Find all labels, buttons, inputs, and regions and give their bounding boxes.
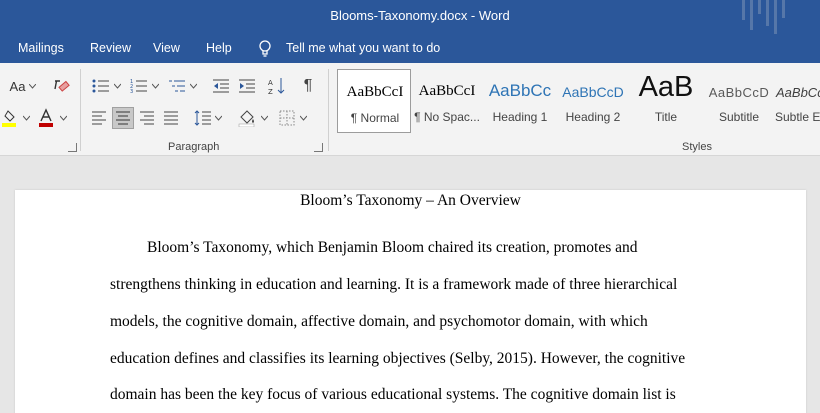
chevron-down-icon[interactable] bbox=[23, 115, 30, 122]
style-no-spacing[interactable]: AaBbCcI ¶ No Spac... bbox=[410, 69, 484, 133]
ribbon: Aa 1 2 3 A Z ¶ Paragraph AaBbCcI ¶ Norma… bbox=[0, 63, 820, 156]
style-name: ¶ No Spac... bbox=[414, 110, 480, 124]
title-bar-pattern bbox=[742, 0, 802, 34]
multilevel-list-button[interactable] bbox=[166, 75, 188, 97]
highlighter-icon bbox=[2, 110, 16, 127]
align-left-icon bbox=[92, 111, 106, 125]
increase-indent-button[interactable] bbox=[236, 75, 258, 97]
style-preview: AaBbCcD bbox=[562, 84, 624, 100]
line-spacing-button[interactable] bbox=[192, 107, 214, 129]
svg-text:3: 3 bbox=[130, 89, 133, 94]
font-color-icon bbox=[39, 108, 53, 127]
paint-bucket-icon bbox=[238, 110, 255, 127]
change-case-label: Aa bbox=[9, 78, 26, 94]
style-preview: AaB bbox=[638, 71, 694, 103]
group-separator bbox=[80, 69, 81, 151]
font-color-button[interactable] bbox=[35, 107, 57, 129]
tab-review[interactable]: Review bbox=[90, 41, 131, 55]
style-preview: AaBbCcI bbox=[418, 83, 476, 99]
style-preview: AaBbCc bbox=[488, 81, 552, 100]
clear-formatting-button[interactable] bbox=[50, 75, 72, 97]
eraser-icon bbox=[54, 80, 70, 92]
group-separator bbox=[328, 69, 329, 151]
style-name: Heading 2 bbox=[565, 110, 621, 124]
lightbulb-icon bbox=[259, 40, 271, 57]
paragraph-line[interactable]: strengthens thinking in education and le… bbox=[110, 276, 677, 294]
sort-button[interactable]: A Z bbox=[266, 75, 288, 97]
show-formatting-marks-button[interactable]: ¶ bbox=[297, 75, 319, 97]
align-center-icon bbox=[116, 111, 130, 125]
highlight-color-button[interactable] bbox=[0, 107, 24, 129]
style-subtitle[interactable]: AaBbCcD Subtitle bbox=[702, 69, 776, 133]
chevron-down-icon[interactable] bbox=[261, 115, 268, 122]
style-name: Subtitle bbox=[718, 110, 760, 124]
increase-indent-icon bbox=[239, 79, 255, 93]
align-right-icon bbox=[140, 111, 154, 125]
paragraph-line[interactable]: education defines and classifies its lea… bbox=[110, 350, 685, 368]
style-preview: AaBbCcD bbox=[708, 85, 770, 100]
chevron-down-icon[interactable] bbox=[215, 115, 222, 122]
style-name: Heading 1 bbox=[492, 110, 548, 124]
tab-view[interactable]: View bbox=[153, 41, 180, 55]
numbering-button[interactable]: 1 2 3 bbox=[128, 75, 150, 97]
style-name: Title bbox=[654, 110, 678, 124]
multilevel-list-icon bbox=[169, 80, 185, 92]
align-left-button[interactable] bbox=[88, 107, 110, 129]
bullet-list-icon bbox=[92, 79, 109, 93]
borders-button[interactable] bbox=[276, 107, 298, 129]
styles-gallery: AaBbCcI ¶ Normal AaBbCcI ¶ No Spac... Aa… bbox=[337, 69, 820, 133]
style-preview: AaBbCcL bbox=[776, 85, 820, 100]
chevron-down-icon[interactable] bbox=[300, 115, 307, 122]
title-bar: Blooms-Taxonomy.docx - Word bbox=[0, 0, 820, 34]
window-title: Blooms-Taxonomy.docx - Word bbox=[330, 8, 510, 23]
line-spacing-icon bbox=[194, 110, 211, 126]
style-preview: AaBbCcI bbox=[346, 84, 404, 100]
align-right-button[interactable] bbox=[136, 107, 158, 129]
ribbon-tabs: Mailings Review View Help Tell me what y… bbox=[0, 34, 820, 63]
justify-button[interactable] bbox=[160, 107, 182, 129]
paragraph-group-label: Paragraph bbox=[168, 141, 220, 153]
numbered-list-icon: 1 2 3 bbox=[130, 79, 147, 94]
font-dialog-launcher[interactable] bbox=[68, 143, 77, 152]
style-title[interactable]: AaB Title bbox=[629, 69, 703, 133]
pilcrow-icon: ¶ bbox=[303, 77, 313, 94]
paragraph-dialog-launcher[interactable] bbox=[314, 143, 323, 152]
chevron-down-icon[interactable] bbox=[114, 83, 121, 90]
styles-group-label: Styles bbox=[682, 141, 712, 153]
borders-icon bbox=[279, 110, 295, 126]
paragraph-line[interactable]: Bloom’s Taxonomy, which Benjamin Bloom c… bbox=[147, 239, 638, 257]
document-title[interactable]: Bloom’s Taxonomy – An Overview bbox=[15, 192, 806, 210]
decrease-indent-icon bbox=[213, 79, 229, 93]
decrease-indent-button[interactable] bbox=[210, 75, 232, 97]
align-center-button[interactable] bbox=[112, 107, 134, 129]
tell-me-label: Tell me what you want to do bbox=[286, 41, 441, 55]
style-normal[interactable]: AaBbCcI ¶ Normal bbox=[337, 69, 411, 133]
paragraph-line[interactable]: domain has been the key focus of various… bbox=[110, 386, 676, 404]
chevron-down-icon[interactable] bbox=[60, 115, 67, 122]
change-case-button[interactable]: Aa bbox=[6, 75, 40, 97]
document-canvas[interactable]: Bloom’s Taxonomy – An Overview Bloom’s T… bbox=[0, 157, 820, 413]
chevron-down-icon[interactable] bbox=[190, 83, 197, 90]
svg-text:Z: Z bbox=[268, 88, 273, 95]
style-heading-1[interactable]: AaBbCc Heading 1 bbox=[483, 69, 557, 133]
bullets-button[interactable] bbox=[90, 75, 112, 97]
style-name: Subtle Em bbox=[775, 110, 820, 124]
tab-help[interactable]: Help bbox=[206, 41, 232, 55]
justify-icon bbox=[164, 111, 178, 125]
shading-button[interactable] bbox=[236, 107, 258, 129]
sort-icon: A Z bbox=[268, 78, 285, 95]
document-page[interactable]: Bloom’s Taxonomy – An Overview Bloom’s T… bbox=[15, 190, 806, 413]
style-name: ¶ Normal bbox=[350, 111, 400, 125]
chevron-down-icon[interactable] bbox=[152, 83, 159, 90]
tab-mailings[interactable]: Mailings bbox=[18, 41, 64, 55]
style-heading-2[interactable]: AaBbCcD Heading 2 bbox=[556, 69, 630, 133]
style-subtle-emphasis[interactable]: AaBbCcL Subtle Em bbox=[774, 69, 820, 133]
svg-text:A: A bbox=[268, 79, 273, 87]
paragraph-line[interactable]: models, the cognitive domain, affective … bbox=[110, 313, 648, 331]
